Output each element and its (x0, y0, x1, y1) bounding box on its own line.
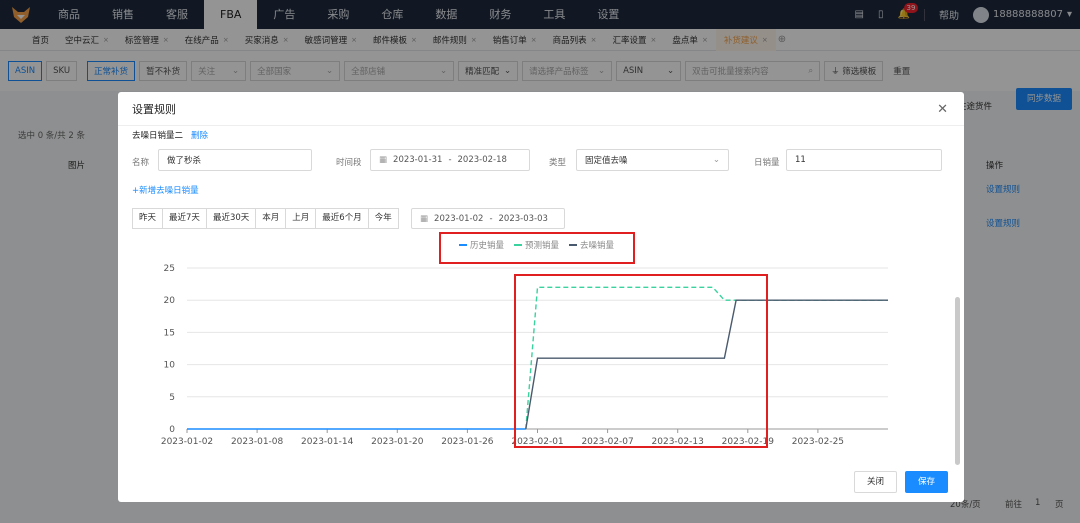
calendar-icon: ▦ (420, 213, 429, 224)
dialog-title: 设置规则 (132, 102, 176, 116)
y-tick-label: 5 (169, 393, 175, 403)
period-label: 时间段 (336, 158, 362, 168)
close-button[interactable]: 关闭 (853, 471, 897, 493)
type-label: 类型 (549, 158, 567, 168)
daily-sales-label: 日销量 (754, 158, 780, 168)
chart-highlight-box (514, 274, 768, 448)
y-tick-label: 15 (164, 328, 175, 338)
quick-range-button[interactable]: 昨天 (133, 209, 164, 228)
name-input[interactable]: 做了秒杀 (158, 149, 312, 171)
save-button[interactable]: 保存 (904, 471, 948, 493)
quick-range-button[interactable]: 今年 (369, 209, 398, 228)
period-end: 2023-02-18 (457, 155, 507, 165)
range-start: 2023-01-02 (434, 213, 484, 224)
quick-range-button[interactable]: 上月 (286, 209, 317, 228)
period-range-picker[interactable]: ▦ 2023-01-31 - 2023-02-18 (370, 149, 530, 171)
calendar-icon: ▦ (379, 155, 388, 165)
set-rule-dialog: 设置规则 ✕ 去噪日销量二 删除 名称 做了秒杀 时间段 ▦ 2023-01-3… (118, 92, 964, 502)
y-tick-label: 10 (164, 361, 176, 371)
y-tick-label: 25 (164, 264, 175, 274)
y-tick-label: 20 (164, 296, 176, 306)
x-tick-label: 2023-01-02 (161, 437, 213, 447)
delete-rule-link[interactable]: 删除 (191, 129, 208, 141)
quick-range-button[interactable]: 最近30天 (207, 209, 257, 228)
quick-range-button[interactable]: 最近7天 (163, 209, 207, 228)
name-label: 名称 (132, 158, 150, 168)
quick-range-group: 昨天 最近7天 最近30天 本月 上月 最近6个月 今年 (132, 208, 399, 229)
quick-range-button[interactable]: 最近6个月 (316, 209, 369, 228)
dialog-scrollbar[interactable] (955, 297, 960, 465)
x-tick-label: 2023-01-26 (441, 437, 494, 447)
legend-highlight-box (439, 232, 635, 264)
chart-range-picker[interactable]: ▦ 2023-01-02 - 2023-03-03 (411, 208, 565, 229)
dialog-header: 设置规则 ✕ (118, 92, 964, 126)
type-select[interactable]: 固定值去噪 ⌄ (576, 149, 729, 171)
x-tick-label: 2023-01-14 (301, 437, 354, 447)
rule-name: 去噪日销量二 (132, 131, 184, 141)
add-denoise-link[interactable]: +新增去噪日销量 (132, 184, 199, 196)
x-tick-label: 2023-01-08 (231, 437, 284, 447)
y-tick-label: 0 (169, 425, 175, 435)
close-icon[interactable]: ✕ (937, 102, 948, 117)
type-value: 固定值去噪 (585, 156, 628, 166)
quick-range-button[interactable]: 本月 (256, 209, 287, 228)
rule-header: 去噪日销量二 删除 (132, 129, 208, 141)
range-end: 2023-03-03 (498, 213, 548, 224)
period-start: 2023-01-31 (393, 155, 443, 165)
x-tick-label: 2023-02-25 (792, 437, 844, 447)
x-tick-label: 2023-01-20 (371, 437, 424, 447)
chevron-down-icon: ⌄ (712, 155, 720, 165)
dialog-footer: 关闭 保存 (853, 471, 948, 493)
daily-sales-input[interactable]: 11 (786, 149, 942, 171)
